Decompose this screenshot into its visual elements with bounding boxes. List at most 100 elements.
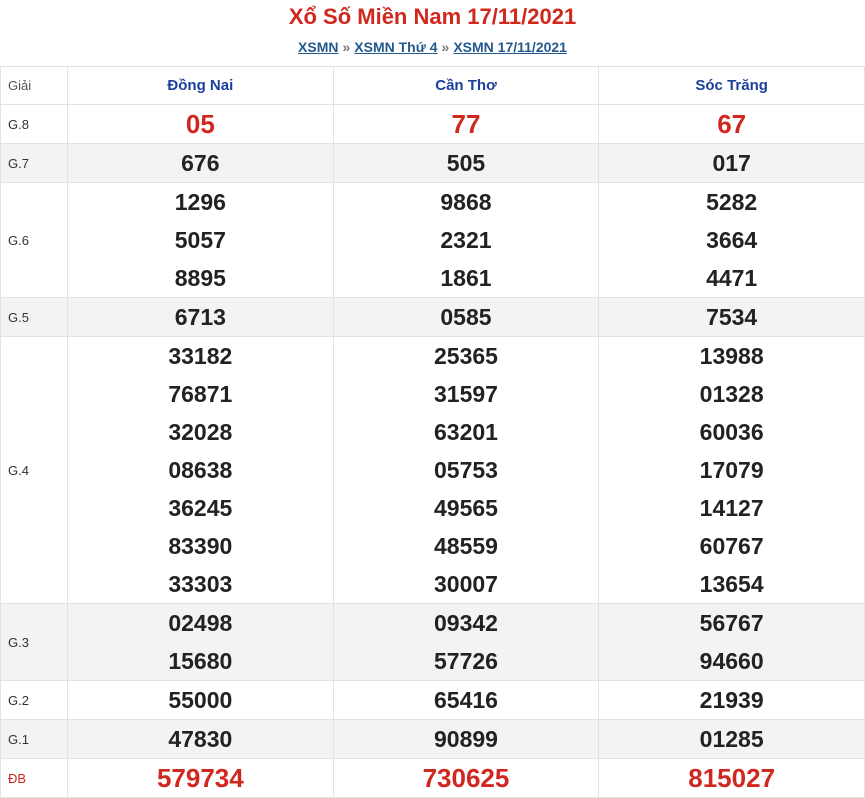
prize-cell: 13988 01328 60036 17079 14127 60767 13654 <box>598 336 865 604</box>
prize-number: 2321 <box>440 227 492 253</box>
prize-number: 505 <box>446 150 486 176</box>
prize-number: 90899 <box>434 726 498 752</box>
prize-cell: 67 <box>598 104 865 144</box>
breadcrumb: XSMN» XSMN Thứ 4» XSMN 17/11/2021 <box>0 34 865 66</box>
prize-number: 30007 <box>434 571 498 597</box>
prize-number: 33182 <box>168 343 233 369</box>
prize-cell: 56767 94660 <box>598 603 865 681</box>
prize-number: 6713 <box>174 304 226 330</box>
results-body: G.8 05 77 67 G.7 676 505 017 G.6 1296 5057 8895 9868… <box>0 104 865 798</box>
prize-number: 33303 <box>168 571 233 597</box>
prize-number: 48559 <box>434 533 498 559</box>
prize-cell: 55000 <box>67 680 334 720</box>
prize-label: G.7 <box>0 143 68 183</box>
prize-number: 15680 <box>168 648 233 674</box>
prize-number: 17079 <box>699 457 764 483</box>
prize-cell: 47830 <box>67 719 334 759</box>
prize-cell: 676 <box>67 143 334 183</box>
prize-label: G.2 <box>0 680 68 720</box>
prize-cell: 7534 <box>598 297 865 337</box>
prize-number: 21939 <box>699 687 764 713</box>
prize-cell: 730625 <box>332 758 600 798</box>
prize-cell: 65416 <box>332 680 600 720</box>
prize-row-g7: G.7 676 505 017 <box>0 143 865 183</box>
prize-number: 09342 <box>434 610 498 636</box>
prize-row-g3: G.3 02498 15680 09342 57726 56767 94660 <box>0 603 865 681</box>
prize-number: 9868 <box>440 189 492 215</box>
prize-number: 13654 <box>699 571 764 597</box>
results-table: Giải Đồng Nai Cần Thơ Sóc Trăng G.8 05 77 6… <box>0 66 865 798</box>
prize-label: G.3 <box>0 603 68 681</box>
prize-cell: 017 <box>598 143 865 183</box>
column-header-prize: Giải <box>0 66 68 105</box>
prize-cell: 09342 57726 <box>332 603 600 681</box>
prize-cell: 25365 31597 63201 05753 49565 48559 30007 <box>332 336 600 604</box>
prize-cell: 90899 <box>332 719 600 759</box>
prize-cell: 6713 <box>67 297 334 337</box>
prize-number: 815027 <box>688 763 776 793</box>
breadcrumb-separator: » <box>441 39 450 55</box>
column-header-soc-trang: Sóc Trăng <box>598 66 865 105</box>
prize-row-g4: G.4 33182 76871 32028 08638 36245 83390 33303 25… <box>0 336 865 604</box>
prize-number: 47830 <box>168 726 233 752</box>
prize-number: 01285 <box>699 726 764 752</box>
prize-number: 13988 <box>699 343 764 369</box>
prize-number: 56767 <box>699 610 764 636</box>
page-title: Xổ Số Miền Nam 17/11/2021 <box>288 4 577 29</box>
prize-label: G.4 <box>0 336 68 604</box>
prize-number: 1296 <box>174 189 226 215</box>
prize-row-db: ĐB 579734 730625 815027 <box>0 758 865 798</box>
prize-number: 55000 <box>168 687 233 713</box>
breadcrumb-separator: » <box>342 39 351 55</box>
prize-number: 01328 <box>699 381 764 407</box>
prize-label: G.5 <box>0 297 68 337</box>
prize-label: G.1 <box>0 719 68 759</box>
prize-row-g6: G.6 1296 5057 8895 9868 2321 1861 5282 3664 4471 <box>0 182 865 298</box>
prize-number: 67 <box>717 109 747 139</box>
prize-number: 77 <box>451 109 481 139</box>
prize-number: 57726 <box>434 648 498 674</box>
prize-number: 65416 <box>434 687 498 713</box>
prize-row-g8: G.8 05 77 67 <box>0 104 865 144</box>
prize-number: 36245 <box>168 495 233 521</box>
prize-number: 7534 <box>706 304 758 330</box>
prize-number: 579734 <box>156 763 244 793</box>
prize-number: 5282 <box>706 189 758 215</box>
prize-cell: 77 <box>332 104 600 144</box>
prize-number: 14127 <box>699 495 764 521</box>
table-header-row: Giải Đồng Nai Cần Thơ Sóc Trăng <box>0 66 865 105</box>
prize-number: 76871 <box>168 381 233 407</box>
prize-cell: 02498 15680 <box>67 603 334 681</box>
prize-cell: 21939 <box>598 680 865 720</box>
prize-label: G.6 <box>0 182 68 298</box>
prize-number: 49565 <box>434 495 498 521</box>
prize-cell: 05 <box>67 104 334 144</box>
prize-cell: 5282 3664 4471 <box>598 182 865 298</box>
prize-number: 31597 <box>434 381 498 407</box>
prize-cell: 1296 5057 8895 <box>67 182 334 298</box>
prize-number: 60036 <box>699 419 764 445</box>
prize-number: 02498 <box>168 610 233 636</box>
prize-row-g1: G.1 47830 90899 01285 <box>0 719 865 759</box>
prize-number: 05753 <box>434 457 498 483</box>
prize-number: 60767 <box>699 533 764 559</box>
prize-number: 08638 <box>168 457 233 483</box>
prize-label: G.8 <box>0 104 68 144</box>
column-header-dong-nai: Đồng Nai <box>67 66 334 105</box>
breadcrumb-link-date[interactable]: XSMN 17/11/2021 <box>453 39 567 55</box>
prize-number: 63201 <box>434 419 498 445</box>
prize-cell: 9868 2321 1861 <box>332 182 600 298</box>
prize-cell: 33182 76871 32028 08638 36245 83390 33303 <box>67 336 334 604</box>
prize-cell: 579734 <box>67 758 334 798</box>
column-header-can-tho: Cần Thơ <box>332 66 600 105</box>
prize-cell: 815027 <box>598 758 865 798</box>
breadcrumb-link-thu4[interactable]: XSMN Thứ 4 <box>354 39 437 55</box>
prize-row-g2: G.2 55000 65416 21939 <box>0 680 865 720</box>
prize-number: 32028 <box>168 419 233 445</box>
prize-number: 730625 <box>422 763 510 793</box>
prize-number: 25365 <box>434 343 498 369</box>
breadcrumb-link-xsmn[interactable]: XSMN <box>298 39 338 55</box>
prize-number: 676 <box>181 150 220 176</box>
prize-number: 5057 <box>174 227 226 253</box>
prize-number: 94660 <box>699 648 764 674</box>
